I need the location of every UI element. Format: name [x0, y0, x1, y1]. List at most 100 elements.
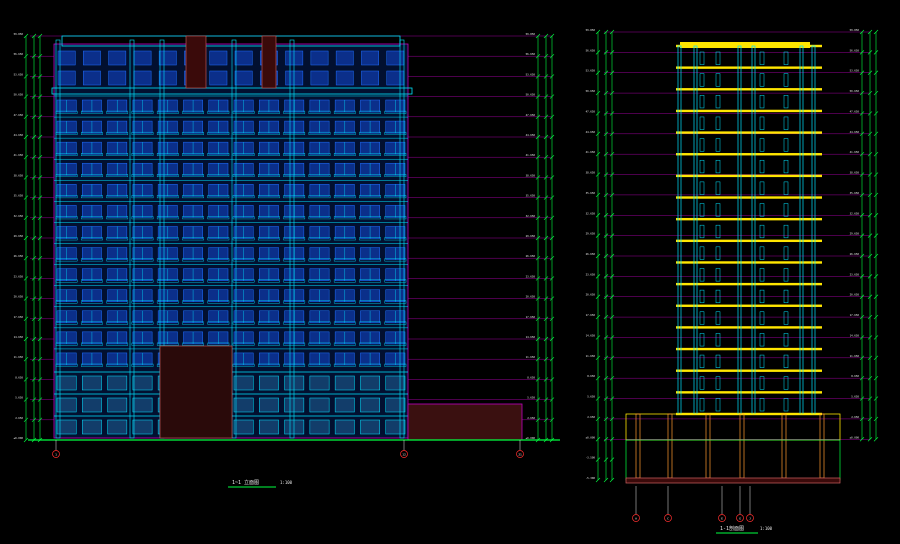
level-mark: 32.650 [586, 211, 596, 215]
level-mark: 35.650 [14, 194, 24, 198]
level-mark: 26.650 [850, 252, 860, 256]
level-mark: 41.650 [586, 150, 596, 154]
cad-drawing: 59.850 56.650 53.650 50.650 47.650 44.650 41.6… [0, 0, 900, 540]
level-mark: 26.650 [586, 252, 596, 256]
level-mark: 59.850 [850, 28, 860, 32]
elevation-upper-window [310, 70, 329, 86]
axis-label: 21 [518, 453, 522, 457]
level-mark: 14.650 [586, 333, 596, 337]
level-mark: 59.850 [586, 28, 596, 32]
elevation-building [51, 35, 413, 439]
level-mark: 20.650 [586, 293, 596, 297]
level-mark: 38.650 [850, 171, 860, 175]
elevation-upper-window [209, 70, 228, 86]
elevation-scale: 1:100 [280, 480, 293, 485]
level-mark: 17.650 [14, 315, 24, 319]
elevation-upper-window [57, 70, 76, 86]
level-mark: 5.650 [15, 396, 23, 400]
level-mark: ±0.000 [850, 435, 860, 439]
elevation-podium-window [259, 375, 279, 391]
elevation-podium-window [107, 375, 128, 391]
level-mark: 44.650 [526, 133, 536, 137]
level-mark: 32.650 [526, 214, 536, 218]
level-mark: 59.850 [526, 32, 536, 36]
level-mark: 5.650 [527, 396, 535, 400]
axis-label: 12 [402, 453, 406, 457]
level-mark: 23.650 [850, 272, 860, 276]
elevation-upper-window [386, 50, 405, 66]
elevation-upper-window [335, 70, 354, 86]
level-mark: 38.650 [586, 171, 596, 175]
level-mark: 56.650 [14, 52, 24, 56]
level-mark: 47.650 [850, 109, 860, 113]
elevation-podium-window [259, 419, 279, 435]
level-mark: 50.650 [850, 89, 860, 93]
level-mark: 35.650 [850, 191, 860, 195]
level-mark: 29.650 [586, 232, 596, 236]
axis-label: J [749, 517, 751, 521]
level-mark: 32.650 [14, 214, 24, 218]
level-mark: 50.650 [526, 93, 536, 97]
elevation-podium-window [360, 397, 380, 413]
section-scale: 1:100 [760, 526, 773, 531]
level-mark: 23.650 [14, 274, 24, 278]
level-mark: 53.650 [850, 69, 860, 73]
level-mark: 11.650 [850, 354, 860, 358]
elevation-upper-window [335, 50, 354, 66]
level-mark: 35.650 [586, 191, 596, 195]
level-mark: 47.650 [14, 113, 24, 117]
elevation-podium-window [233, 419, 254, 435]
level-mark: 5.650 [851, 395, 859, 399]
level-mark: 47.650 [586, 109, 596, 113]
elevation-upper-window [83, 50, 101, 66]
elevation-podium-window [233, 375, 254, 391]
level-mark: -3.500 [586, 456, 596, 460]
elevation-podium-window [309, 397, 330, 413]
elevation-podium-window [309, 375, 330, 391]
level-mark: 2.650 [527, 416, 535, 420]
level-mark: 44.650 [586, 130, 596, 134]
level-mark: 53.650 [586, 69, 596, 73]
elevation-podium-window [385, 397, 406, 413]
elevation-upper-window [108, 50, 127, 66]
elevation-upper-window [361, 50, 379, 66]
elevation-podium-window [107, 397, 128, 413]
level-mark: 56.650 [850, 48, 860, 52]
elevation-podium-window [82, 397, 102, 413]
elevation-upper-window [209, 50, 228, 66]
level-mark: 2.650 [851, 415, 859, 419]
section-title: 1-1剖面图 [720, 525, 744, 532]
annex-block [407, 403, 523, 441]
elevation-podium-window [132, 419, 153, 435]
level-mark: 50.650 [14, 93, 24, 97]
elevation-upper-window [133, 70, 152, 86]
axis-label: E [721, 517, 723, 521]
level-mark: 29.650 [850, 232, 860, 236]
elevation-podium-window [233, 397, 254, 413]
level-mark: 8.650 [527, 375, 535, 379]
elevation-podium-window [334, 419, 355, 435]
elevation-podium-window [360, 419, 380, 435]
level-mark: 56.650 [526, 52, 536, 56]
level-mark: 17.650 [586, 313, 596, 317]
level-mark: 11.650 [14, 355, 24, 359]
elevation-upper-window [234, 70, 253, 86]
elevation-podium-window [360, 375, 380, 391]
level-mark: 20.650 [14, 295, 24, 299]
elevation-podium-window [82, 375, 102, 391]
level-mark: 53.650 [14, 72, 24, 76]
level-mark: 26.650 [526, 254, 536, 258]
section-foundation [625, 477, 841, 484]
elevation-grille-panel [261, 35, 277, 89]
elevation-podium-window [107, 419, 128, 435]
elevation-upper-window [158, 50, 177, 66]
elevation-podium-window [82, 419, 102, 435]
level-mark: 8.650 [851, 374, 859, 378]
elevation-podium-window [334, 397, 355, 413]
level-mark: 11.650 [586, 354, 596, 358]
elevation-podium-window [132, 375, 153, 391]
section-level-lines [604, 31, 870, 440]
level-mark: 20.650 [850, 293, 860, 297]
elevation-upper-window [158, 70, 177, 86]
elevation-podium-window [334, 375, 355, 391]
